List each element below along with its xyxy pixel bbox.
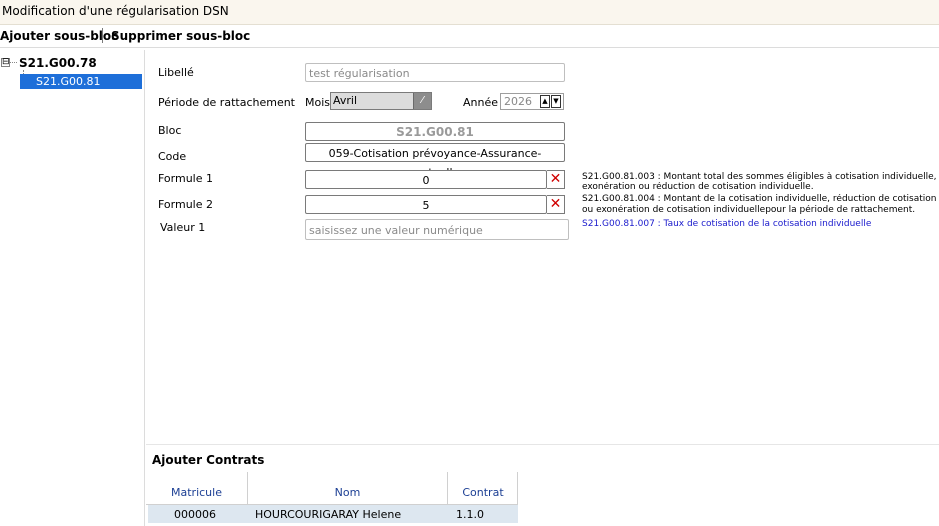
libelle-field[interactable]: test régularisation [305, 63, 565, 82]
formule2-help-line2: ou exonération de cotisation individuell… [582, 205, 916, 215]
decrement-icon[interactable]: ▼ [551, 95, 561, 108]
close-icon: ✕ [549, 196, 562, 212]
column-header-contrat[interactable]: Contrat [448, 486, 518, 499]
cell-contrat: 1.1.0 [456, 508, 484, 521]
formule2-label: Formule 2 [158, 198, 213, 211]
periode-label: Période de rattachement [158, 96, 295, 109]
annee-stepper-buttons: ▲ ▼ [540, 95, 562, 108]
cell-nom: HOURCOURIGARAY Helene [255, 508, 402, 521]
formule2-help-line1: S21.G00.81.004 : Montant de la cotisatio… [582, 194, 939, 204]
toolbar: Ajouter sous-bloc Supprimer sous-bloc [0, 25, 939, 48]
increment-icon[interactable]: ▲ [540, 95, 550, 108]
column-separator [517, 472, 518, 504]
clear-formule2-button[interactable]: ✕ [547, 195, 565, 214]
dropdown-icon[interactable]: ⁄ [413, 93, 431, 109]
mois-label: Mois [305, 96, 331, 109]
table-row[interactable]: 000006 HOURCOURIGARAY Helene 1.1.0 [148, 505, 518, 523]
clear-formule1-button[interactable]: ✕ [547, 170, 565, 189]
delete-subblock-button[interactable]: Supprimer sous-bloc [111, 29, 250, 43]
formule1-field[interactable]: 0 [305, 170, 547, 189]
tree-root-node[interactable]: S21.G00.78 [19, 56, 97, 70]
formule1-help-line2: exonération ou réduction de cotisation i… [582, 182, 814, 192]
valeur1-field[interactable]: saisissez une valeur numérique [305, 219, 569, 240]
valeur1-help-line1: S21.G00.81.007 : Taux de cotisation de l… [582, 219, 872, 229]
annee-label: Année [463, 96, 499, 109]
bloc-field: S21.G00.81 [305, 122, 565, 141]
mois-select[interactable]: Avril ⁄ [330, 92, 432, 110]
tree-child-label: S21.G00.81 [36, 75, 101, 88]
cell-matricule: 000006 [174, 508, 216, 521]
collapse-icon[interactable]: ⊟ [1, 58, 10, 67]
toolbar-separator [102, 28, 103, 43]
formule1-label: Formule 1 [158, 172, 213, 185]
window-title: Modification d'une régularisation DSN [2, 4, 229, 18]
divider [146, 444, 939, 445]
column-header-nom[interactable]: Nom [248, 486, 447, 499]
bloc-label: Bloc [158, 124, 182, 137]
annee-stepper[interactable]: 2026 ▲ ▼ [500, 93, 564, 110]
tree-child-node[interactable]: S21.G00.81 [20, 74, 142, 89]
code-field[interactable]: 059-Cotisation prévoyance-Assurance-mutu… [305, 143, 565, 179]
contrats-section-title: Ajouter Contrats [152, 453, 265, 467]
contrats-table-header: Matricule Nom Contrat [146, 472, 518, 505]
window-titlebar: Modification d'une régularisation DSN [0, 0, 939, 25]
formule2-field[interactable]: 5 [305, 195, 547, 214]
code-label: Code [158, 150, 187, 163]
contrats-table: Matricule Nom Contrat 000006 HOURCOURIGA… [146, 472, 518, 526]
column-header-matricule[interactable]: Matricule [146, 486, 247, 499]
add-subblock-button[interactable]: Ajouter sous-bloc [0, 29, 118, 43]
valeur1-label: Valeur 1 [160, 221, 206, 234]
tree-connector [10, 62, 17, 63]
annee-value: 2026 [504, 95, 532, 108]
close-icon: ✕ [549, 171, 562, 187]
block-tree: ⊟ S21.G00.78 S21.G00.81 [0, 50, 145, 526]
mois-value: Avril [333, 94, 358, 107]
libelle-label: Libellé [158, 66, 194, 79]
